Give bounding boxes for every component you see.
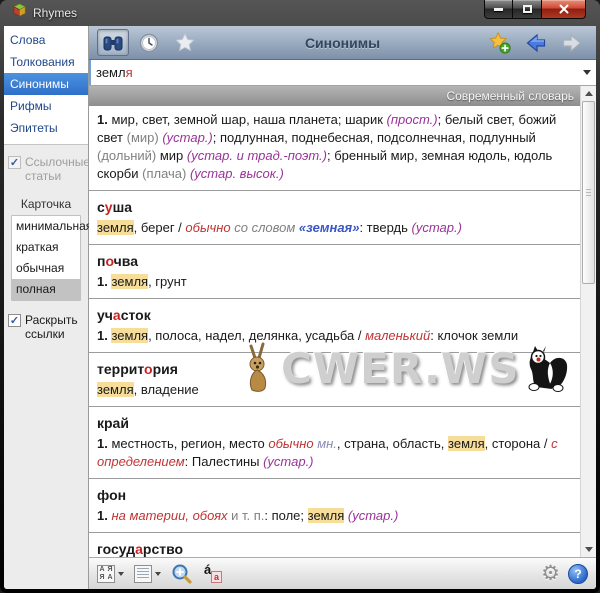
dictionary-header: Современный словарь	[89, 86, 580, 106]
dict-entry: участок 1. земля, полоса, надел, делянка,…	[89, 299, 580, 353]
search-input[interactable]: земля	[89, 65, 578, 80]
card-detail-listbox: минимальнаякраткаяобычнаяполная	[11, 215, 81, 301]
app-window: Rhymes СловаТолкованияСинонимыРифмыЭпите…	[0, 0, 600, 593]
entry-headword[interactable]: почва	[97, 252, 572, 270]
client-area: СловаТолкованияСинонимыРифмыЭпитеты ✓ Сс…	[4, 26, 596, 589]
close-button[interactable]	[541, 0, 586, 19]
dict-entry: почва 1. земля, грунт	[89, 245, 580, 299]
app-icon	[12, 3, 27, 23]
search-value-accent: я	[126, 65, 133, 80]
card-layout-button[interactable]	[134, 565, 161, 583]
maximize-icon	[523, 5, 532, 13]
entry-headword[interactable]: территория	[97, 360, 572, 378]
dict-entry: государство	[89, 533, 580, 557]
checkbox-check-icon: ✓	[8, 314, 21, 327]
entries-list: 1. мир, свет, земной шар, наша планета; …	[89, 106, 580, 557]
back-arrow-icon	[525, 33, 547, 53]
card-option-полная[interactable]: полная	[12, 279, 80, 300]
search-dropdown-button[interactable]	[578, 60, 596, 85]
sidebar-item-рифмы[interactable]: Рифмы	[4, 95, 88, 117]
help-button[interactable]: ?	[568, 564, 588, 584]
bottom-toolbar: АЯЯА á a	[89, 557, 596, 589]
scrollbar-down-button[interactable]	[581, 542, 596, 557]
entry-body: 1. земля, полоса, надел, делянка, усадьб…	[97, 327, 572, 345]
back-button[interactable]	[520, 29, 552, 56]
minimize-icon	[494, 8, 503, 11]
close-icon	[559, 4, 569, 14]
triangle-down-icon	[585, 547, 593, 552]
expand-links-label: Раскрыть ссылки	[25, 313, 84, 341]
triangle-up-icon	[585, 91, 593, 96]
scrollbar-grip-icon	[586, 189, 591, 196]
scrollbar-up-button[interactable]	[581, 86, 596, 101]
expand-links-checkbox[interactable]: ✓ Раскрыть ссылки	[8, 313, 84, 341]
window-controls	[484, 0, 586, 19]
checkbox-check-icon: ✓	[8, 156, 21, 169]
search-mode-button[interactable]	[97, 29, 129, 56]
font-size-button[interactable]: АЯЯА	[97, 565, 124, 583]
accent-marks-button[interactable]: á a	[203, 564, 222, 583]
entry-headword[interactable]: суша	[97, 198, 572, 216]
star-icon	[174, 32, 196, 54]
forward-arrow-icon	[561, 33, 583, 53]
forward-button[interactable]	[556, 29, 588, 56]
binoculars-icon	[103, 35, 123, 51]
card-option-обычная[interactable]: обычная	[12, 258, 80, 279]
zoom-button[interactable]	[171, 563, 193, 585]
entry-body: земля, берег / обычно со словом «земная»…	[97, 219, 572, 237]
entry-body: 1. земля, грунт	[97, 273, 572, 291]
vertical-scrollbar[interactable]	[580, 86, 596, 557]
add-favorite-star-icon	[488, 31, 512, 55]
card-option-минимальная[interactable]: минимальная	[12, 216, 80, 237]
history-button[interactable]	[133, 29, 165, 56]
entry-body: 1. на материи, обоях и т. п.: поле; земл…	[97, 507, 572, 525]
maximize-button[interactable]	[513, 0, 541, 19]
clock-icon	[139, 33, 159, 53]
dict-entry: суша земля, берег / обычно со словом «зем…	[89, 191, 580, 245]
window-title: Rhymes	[33, 6, 77, 20]
settings-button[interactable]: ⚙	[541, 563, 560, 584]
card-layout-icon	[134, 565, 152, 583]
font-size-icon: АЯЯА	[97, 565, 115, 583]
add-favorite-button[interactable]	[484, 29, 516, 56]
chevron-down-icon	[583, 70, 591, 75]
search-combobox[interactable]: земля	[89, 60, 596, 86]
sidebar-item-толкования[interactable]: Толкования	[4, 51, 88, 73]
reference-articles-checkbox: ✓ Ссылочные статьи	[8, 155, 84, 183]
card-option-краткая[interactable]: краткая	[12, 237, 80, 258]
entry-body: 1. местность, регион, место обычно мн., …	[97, 435, 572, 471]
help-icon: ?	[574, 567, 581, 581]
dict-entry: 1. мир, свет, земной шар, наша планета; …	[89, 106, 580, 191]
chevron-down-icon	[118, 572, 124, 576]
entry-body: 1. мир, свет, земной шар, наша планета; …	[97, 111, 572, 183]
search-value-stem: земл	[96, 65, 126, 80]
entry-headword[interactable]: участок	[97, 306, 572, 324]
dict-entry: территория земля, владение	[89, 353, 580, 407]
sidebar-item-слова[interactable]: Слова	[4, 29, 88, 51]
entry-headword[interactable]: край	[97, 414, 572, 432]
gear-icon: ⚙	[541, 562, 560, 585]
dictionary-source-label: Современный словарь	[446, 89, 574, 103]
minimize-button[interactable]	[484, 0, 513, 19]
chevron-down-icon	[155, 572, 161, 576]
card-section-label: Карточка	[8, 197, 84, 211]
dict-entry: край 1. местность, регион, место обычно м…	[89, 407, 580, 479]
sidebar: СловаТолкованияСинонимыРифмыЭпитеты ✓ Сс…	[4, 26, 89, 589]
top-toolbar: Синонимы	[89, 26, 596, 60]
sidebar-item-эпитеты[interactable]: Эпитеты	[4, 117, 88, 139]
main-panel: Синонимы	[89, 26, 596, 589]
accent-marks-icon: á a	[203, 564, 222, 583]
entry-headword[interactable]: государство	[97, 540, 572, 557]
reference-articles-label: Ссылочные статьи	[25, 155, 90, 183]
sidebar-item-синонимы[interactable]: Синонимы	[4, 73, 88, 95]
scrollbar-thumb[interactable]	[582, 101, 595, 284]
sidebar-nav: СловаТолкованияСинонимыРифмыЭпитеты	[4, 26, 88, 145]
favorites-button[interactable]	[169, 29, 201, 56]
entry-headword[interactable]: фон	[97, 486, 572, 504]
dict-entry: фон 1. на материи, обоях и т. п.: поле; з…	[89, 479, 580, 533]
zoom-in-icon	[171, 563, 193, 585]
entry-body: земля, владение	[97, 381, 572, 399]
